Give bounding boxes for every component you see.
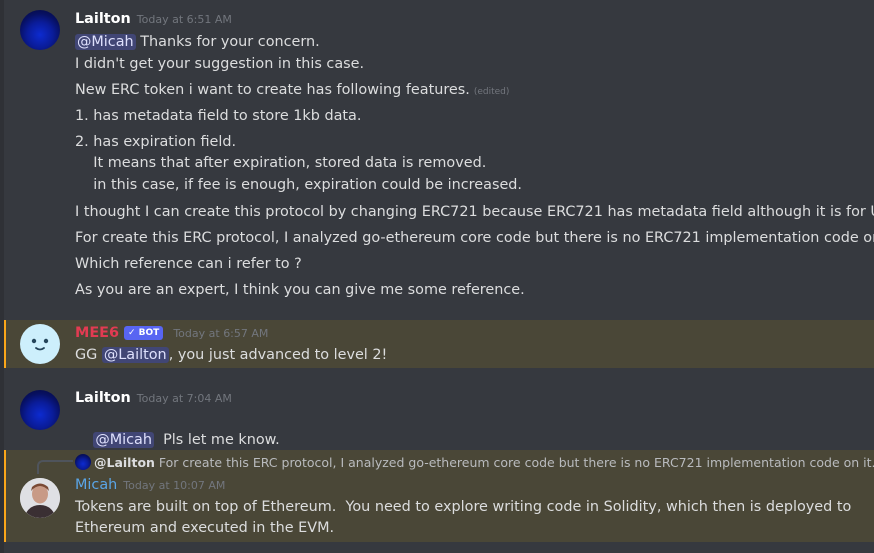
message-text: New ERC token i want to create has follo… xyxy=(75,82,510,98)
edited-label: (edited) xyxy=(473,87,510,97)
mention[interactable]: @Micah xyxy=(93,432,154,448)
message-group-lailton-2: Lailton Today at 7:04 AM @Micah Pls let m… xyxy=(4,382,874,448)
message-timestamp: Today at 7:04 AM xyxy=(136,392,232,405)
author-name[interactable]: Lailton xyxy=(75,390,131,406)
mee6-avatar-icon[interactable] xyxy=(20,324,60,364)
author-name[interactable]: Lailton xyxy=(75,11,131,27)
author-name[interactable]: MEE6 xyxy=(75,325,119,341)
message-header: Lailton Today at 7:04 AM xyxy=(75,388,232,409)
lailton-avatar-icon[interactable] xyxy=(20,10,60,50)
message-text: I thought I can create this protocol by … xyxy=(75,204,874,220)
message-text: It means that after expiration, stored d… xyxy=(75,155,487,171)
mention[interactable]: @Lailton xyxy=(101,347,169,363)
message-timestamp: Today at 10:07 AM xyxy=(123,479,226,492)
message-text: I didn't get your suggestion in this cas… xyxy=(75,56,365,72)
message-text: As you are an expert, I think you can gi… xyxy=(75,282,525,298)
message-group-lailton-1: Lailton Today at 6:51 AM @Micah Thanks fo… xyxy=(4,0,874,318)
message-text: Ethereum and executed in the EVM. xyxy=(75,520,335,536)
message-timestamp: Today at 6:57 AM xyxy=(173,327,269,340)
message-group-micah: @Lailton For create this ERC protocol, I… xyxy=(4,450,874,542)
mee6-face-icon xyxy=(31,338,49,351)
message-header: Micah Today at 10:07 AM xyxy=(75,475,225,496)
message-group-mee6: MEE6 ✓ BOT Today at 6:57 AM GG @Lailton, y… xyxy=(4,320,874,368)
message-text: Tokens are built on top of Ethereum. You… xyxy=(75,499,852,515)
lailton-avatar-icon[interactable] xyxy=(20,390,60,430)
message-text: GG @Lailton, you just advanced to level … xyxy=(75,347,388,363)
message-text: 2. has expiration field. xyxy=(75,134,237,150)
message-text: Which reference can i refer to ? xyxy=(75,256,302,272)
message-text: 1. has metadata field to store 1kb data. xyxy=(75,108,362,124)
bot-badge: ✓ BOT xyxy=(124,326,164,340)
reply-avatar-icon xyxy=(75,454,91,470)
message-text: @Micah Thanks for your concern. xyxy=(75,34,320,50)
author-name[interactable]: Micah xyxy=(75,477,117,493)
message-header: Lailton Today at 6:51 AM xyxy=(75,9,232,30)
reply-author[interactable]: @Lailton xyxy=(94,455,155,470)
reply-text: For create this ERC protocol, I analyzed… xyxy=(154,455,874,470)
message-text: in this case, if fee is enough, expirati… xyxy=(75,177,523,193)
message-timestamp: Today at 6:51 AM xyxy=(136,13,232,26)
message-text: For create this ERC protocol, I analyzed… xyxy=(75,230,874,246)
reply-spine-icon xyxy=(37,460,73,474)
micah-photo-icon xyxy=(20,478,60,518)
micah-avatar-icon[interactable] xyxy=(20,478,60,518)
mention[interactable]: @Micah xyxy=(75,34,136,50)
reply-preview[interactable]: @Lailton For create this ERC protocol, I… xyxy=(75,454,874,471)
message-header: MEE6 ✓ BOT Today at 6:57 AM xyxy=(75,323,268,344)
